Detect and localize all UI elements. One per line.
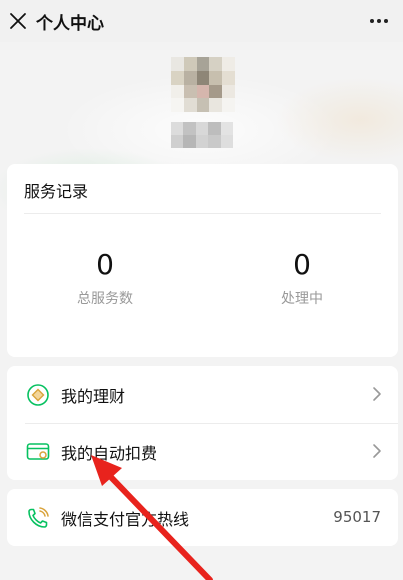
service-records-card: 服务记录 0 总服务数 0 处理中 [7,164,398,357]
more-button[interactable] [365,8,393,34]
stat-value: 0 [293,248,311,281]
nickname-pixel [183,135,196,148]
avatar-pixel [171,70,184,85]
avatar-pixel [196,98,210,112]
avatar-pixel [196,84,210,99]
avatar-pixel [222,70,235,85]
close-icon [10,13,26,29]
stat-in-progress[interactable]: 0 处理中 [222,248,382,308]
nickname-pixel [195,135,209,148]
stat-label: 处理中 [281,291,323,307]
stat-value: 0 [96,248,114,281]
phone-icon [25,505,51,531]
avatar-pixel [171,84,184,99]
avatar-pixel [196,57,210,71]
nickname-pixel [183,122,196,135]
menu-card: 我的理财 我的自动扣费 [7,366,398,480]
avatar-pixel [171,98,184,112]
menu-item-label: 我的自动扣费 [61,443,158,463]
nickname-pixel [208,135,221,148]
avatar-pixel [183,98,197,112]
avatar-pixel [209,98,223,112]
avatar[interactable] [171,57,235,112]
more-icon-dot [370,19,374,23]
avatar-pixel [222,57,235,71]
divider [24,213,381,214]
page-title: 个人中心 [36,13,104,34]
nickname-pixel [195,122,209,135]
hotline-card[interactable]: 微信支付官方热线 95017 [7,489,398,546]
menu-item-auto-deduct[interactable]: 我的自动扣费 [7,423,398,480]
chevron-right-icon [373,387,381,401]
avatar-pixel [183,84,197,99]
service-records-title: 服务记录 [24,182,89,201]
nickname-pixel [171,135,184,148]
nickname-pixel [220,135,233,148]
nickname-pixel [208,122,221,135]
avatar-pixel [183,57,197,71]
hotline-item[interactable]: 微信支付官方热线 95017 [7,489,398,546]
stat-total-services[interactable]: 0 总服务数 [25,248,185,308]
avatar-pixel [209,84,223,99]
more-icon-dot [384,19,388,23]
more-icon-dot [377,19,381,23]
avatar-pixel [209,57,223,71]
wealth-icon [25,382,51,408]
avatar-pixel [171,57,184,71]
avatar-pixel [196,70,210,85]
auto-deduct-icon [25,439,51,465]
avatar-pixel [222,98,235,112]
stat-label: 总服务数 [77,291,133,307]
chevron-right-icon [373,444,381,458]
nickname-pixel [220,122,233,135]
hotline-label: 微信支付官方热线 [61,509,190,529]
avatar-pixel [222,84,235,99]
top-bar: 个人中心 [0,0,403,42]
hotline-number[interactable]: 95017 [333,508,381,526]
avatar-pixel [209,70,223,85]
avatar-pixel [183,70,197,85]
nickname [171,122,233,148]
menu-item-wealth[interactable]: 我的理财 [7,366,398,424]
close-button[interactable] [0,0,38,42]
nickname-pixel [171,122,184,135]
menu-item-label: 我的理财 [61,386,126,406]
